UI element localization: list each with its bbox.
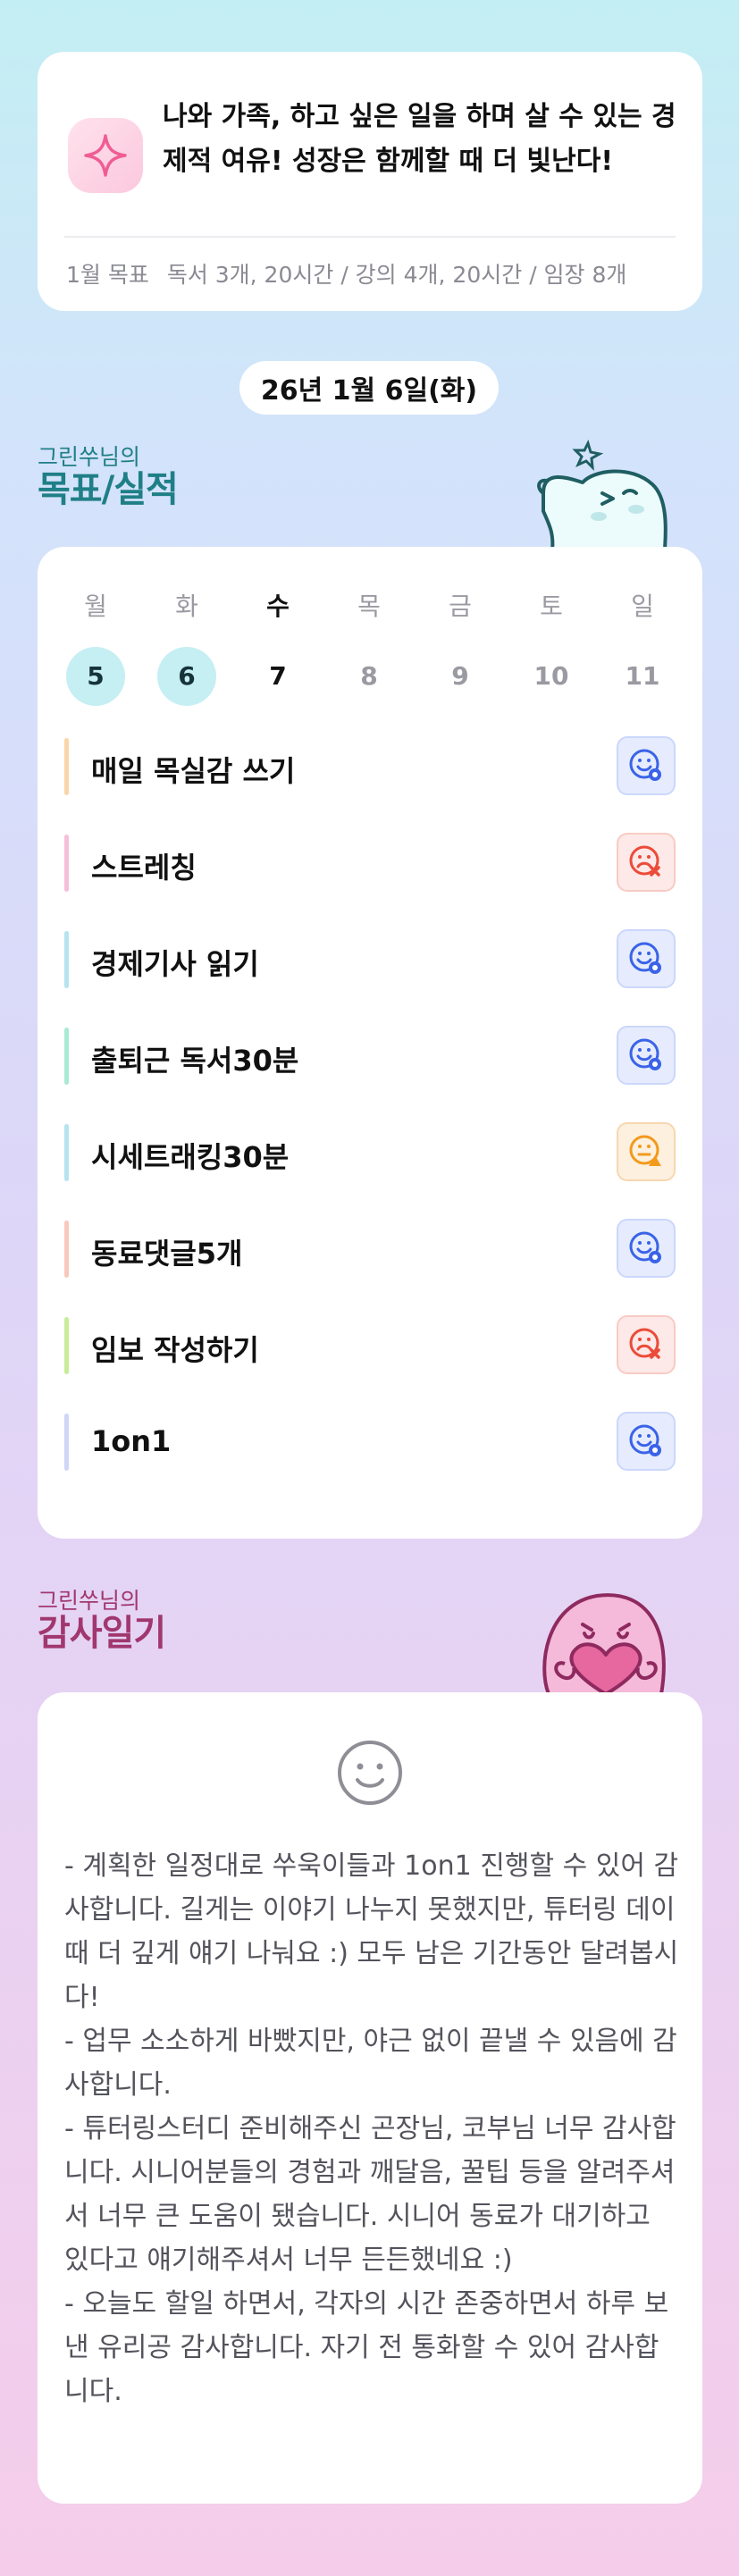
current-date[interactable]: 26년 1월 6일(화) (239, 361, 499, 415)
day-fri[interactable]: 금 9 (429, 592, 491, 706)
monthly-goal: 1월 목표 독서 3개, 20시간 / 강의 4개, 20시간 / 임장 8개 (66, 257, 702, 289)
task-name: 동료댓글5개 (91, 1237, 243, 1271)
task-row[interactable]: 1on1 (64, 1410, 676, 1474)
sparkle-icon (68, 118, 143, 193)
task-name: 스트레칭 (91, 851, 197, 885)
smile-check-icon[interactable] (617, 929, 676, 988)
task-row[interactable]: 시세트래킹30분 (64, 1120, 676, 1185)
task-name: 임보 작성하기 (91, 1333, 259, 1367)
task-row[interactable]: 경제기사 읽기 (64, 927, 676, 992)
day-tue[interactable]: 화 6 (155, 592, 218, 706)
thanks-section-title: 그린쑤님의 감사일기 (38, 1588, 166, 1654)
day-mon[interactable]: 월 5 (64, 592, 127, 706)
task-color-bar (64, 835, 69, 892)
day-number: 11 (625, 661, 660, 691)
day-name: 금 (449, 592, 472, 621)
smiley-icon (338, 1741, 402, 1805)
task-name: 매일 목실감 쓰기 (91, 754, 296, 788)
day-name: 화 (175, 592, 198, 621)
day-name: 목 (357, 592, 381, 621)
task-color-bar (64, 1028, 69, 1085)
day-number: 10 (533, 661, 569, 691)
monthly-goal-label: 1월 목표 (66, 262, 149, 288)
day-name: 월 (84, 592, 107, 621)
task-color-bar (64, 1124, 69, 1181)
task-color-bar (64, 738, 69, 795)
smile-check-icon[interactable] (617, 1412, 676, 1471)
task-color-bar (64, 1317, 69, 1374)
task-name: 경제기사 읽기 (91, 947, 259, 981)
day-wed[interactable]: 수 7 (247, 592, 309, 706)
mascot-waving-icon (537, 439, 668, 550)
smile-check-icon[interactable] (617, 1026, 676, 1085)
frown-x-icon[interactable] (617, 1315, 676, 1374)
day-number: 8 (360, 661, 378, 691)
neutral-warning-icon[interactable] (617, 1122, 676, 1181)
goal-statement: 나와 가족, 하고 싶은 일을 하며 살 수 있는 경제적 여유! 성장은 함께… (163, 101, 676, 177)
goals-section-heading: 목표/실적 (38, 469, 179, 510)
task-row[interactable]: 임보 작성하기 (64, 1313, 676, 1378)
task-color-bar (64, 1414, 69, 1471)
task-color-bar (64, 931, 69, 988)
day-sat[interactable]: 토 10 (520, 592, 583, 706)
task-row[interactable]: 매일 목실감 쓰기 (64, 734, 676, 799)
task-row[interactable]: 동료댓글5개 (64, 1217, 676, 1281)
day-name: 일 (631, 592, 654, 621)
goals-section-title: 그린쑤님의 목표/실적 (38, 444, 179, 510)
day-thu[interactable]: 목 8 (338, 592, 400, 706)
divider (64, 236, 676, 238)
monthly-goal-value: 독서 3개, 20시간 / 강의 4개, 20시간 / 임장 8개 (166, 262, 627, 288)
thanks-section-owner: 그린쑤님의 (38, 1588, 141, 1614)
task-name: 시세트래킹30분 (91, 1140, 290, 1174)
thanks-section-heading: 감사일기 (38, 1613, 166, 1654)
gratitude-text: - 계획한 일정대로 쑤욱이들과 1on1 진행할 수 있어 감사합니다. 길게… (64, 1850, 679, 2407)
task-row[interactable]: 출퇴근 독서30분 (64, 1024, 676, 1088)
task-name: 출퇴근 독서30분 (91, 1044, 299, 1078)
day-number: 6 (157, 647, 216, 706)
day-name: 수 (266, 592, 290, 621)
day-number: 9 (451, 661, 469, 691)
goal-card[interactable]: 나와 가족, 하고 싶은 일을 하며 살 수 있는 경제적 여유! 성장은 함께… (38, 52, 702, 311)
day-number: 5 (66, 647, 125, 706)
day-name: 토 (540, 592, 563, 621)
task-color-bar (64, 1221, 69, 1278)
mascot-heart-icon (542, 1593, 666, 1694)
gratitude-card: - 계획한 일정대로 쑤욱이들과 1on1 진행할 수 있어 감사합니다. 길게… (38, 1692, 702, 2504)
frown-x-icon[interactable] (617, 833, 676, 892)
day-sun[interactable]: 일 11 (611, 592, 674, 706)
task-row[interactable]: 스트레칭 (64, 831, 676, 895)
smile-check-icon[interactable] (617, 1219, 676, 1278)
day-number: 7 (269, 661, 287, 691)
goals-section-owner: 그린쑤님의 (38, 444, 141, 470)
smile-check-icon[interactable] (617, 736, 676, 795)
goals-card: 월 5 화 6 수 7 목 8 금 9 토 10 일 11 매일 목실감 쓰기스… (38, 547, 702, 1539)
task-name: 1on1 (91, 1424, 172, 1458)
